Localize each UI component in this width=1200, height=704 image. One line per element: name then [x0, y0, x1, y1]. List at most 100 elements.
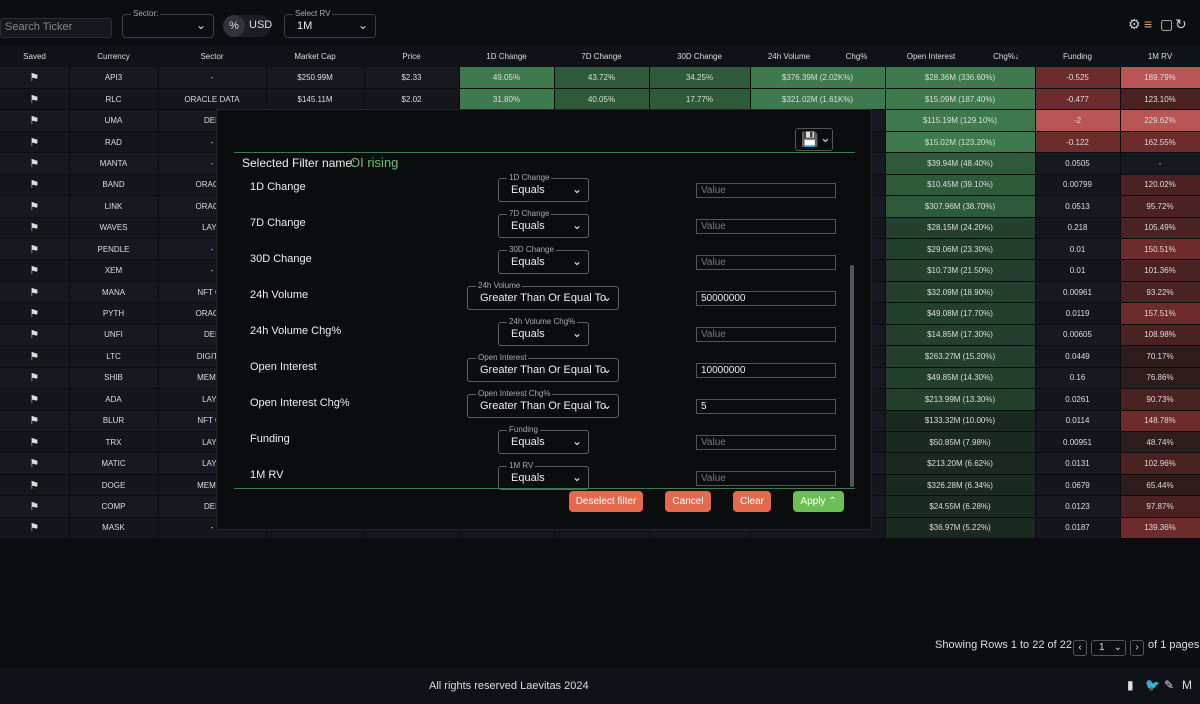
flag-icon[interactable]: ⚑ [29, 480, 39, 492]
sheet-icon[interactable]: ▢ [1160, 16, 1173, 33]
col-header-24h-volume[interactable]: 24h Volume [750, 46, 828, 67]
flag-icon[interactable]: ⚑ [29, 222, 39, 234]
saved-cell[interactable]: ⚑ [0, 238, 70, 261]
flag-icon[interactable]: ⚑ [29, 244, 39, 256]
percent-toggle[interactable]: % [223, 15, 245, 37]
operator-select[interactable]: 7D Change Equals ⌄ [498, 209, 589, 238]
flag-icon[interactable]: ⚑ [29, 179, 39, 191]
saved-cell[interactable]: ⚑ [0, 517, 70, 540]
filter-value-input[interactable]: Value [696, 435, 836, 450]
col-header-30d-change[interactable]: 30D Change [649, 46, 750, 67]
flag-icon[interactable]: ⚑ [29, 201, 39, 213]
table-row[interactable]: ⚑ RLC ORACLE DATA $145.11M $2.02 31.80% 40.05%… [0, 88, 1200, 111]
operator-select[interactable]: 1D Change Equals ⌄ [498, 173, 589, 202]
operator-select[interactable]: 1M RV Equals ⌄ [498, 461, 589, 490]
saved-cell[interactable]: ⚑ [0, 259, 70, 282]
filter-value-input[interactable]: Value [696, 183, 836, 198]
next-page-button[interactable]: › [1130, 640, 1144, 656]
flag-icon[interactable]: ⚑ [29, 265, 39, 277]
filter-value-input[interactable]: Value [696, 327, 836, 342]
twitter-icon[interactable]: 🐦 [1145, 678, 1160, 692]
col-header-open-interest[interactable]: Open Interest [885, 46, 977, 67]
flag-icon[interactable]: ⚑ [29, 437, 39, 449]
col-header-volume-chg[interactable]: Chg% [828, 46, 885, 67]
operator-select[interactable]: 24h Volume Greater Than Or Equal To ⌄ [467, 281, 619, 310]
col-header-funding[interactable]: Funding [1035, 46, 1120, 67]
refresh-icon[interactable]: ↻ [1175, 16, 1187, 33]
modal-scrollbar[interactable] [850, 265, 854, 487]
flag-icon[interactable]: ⚑ [29, 94, 39, 106]
rv-select[interactable]: Select RV 1M ⌄ [284, 9, 376, 38]
chat-icon[interactable]: ✎ [1164, 678, 1174, 692]
cancel-button[interactable]: Cancel [665, 491, 711, 512]
saved-cell[interactable]: ⚑ [0, 452, 70, 475]
operator-select[interactable]: 30D Change Equals ⌄ [498, 245, 589, 274]
gear-icon[interactable]: ⚙ [1128, 16, 1141, 33]
flag-icon[interactable]: ⚑ [29, 522, 39, 534]
filter-value-input[interactable]: 10000000 [696, 363, 836, 378]
saved-cell[interactable]: ⚑ [0, 410, 70, 432]
flag-icon[interactable]: ⚑ [29, 372, 39, 384]
operator-select[interactable]: Open Interest Chg% Greater Than Or Equal … [467, 389, 619, 418]
col-header-7d-change[interactable]: 7D Change [554, 46, 649, 67]
filter-value-input[interactable]: 50000000 [696, 291, 836, 306]
flag-icon[interactable]: ⚑ [29, 287, 39, 299]
usd-toggle[interactable]: USD [249, 19, 272, 31]
operator-select[interactable]: Funding Equals ⌄ [498, 425, 589, 454]
operator-select[interactable]: Open Interest Greater Than Or Equal To ⌄ [467, 353, 619, 382]
flag-icon[interactable]: ⚑ [29, 415, 39, 427]
filter-value-input[interactable]: Value [696, 471, 836, 486]
saved-cell[interactable]: ⚑ [0, 152, 70, 175]
saved-cell[interactable]: ⚑ [0, 195, 70, 218]
col-header-sector[interactable]: Sector [158, 46, 266, 67]
search-input[interactable]: Search Ticker [0, 18, 112, 38]
flag-icon[interactable]: ⚑ [29, 158, 39, 170]
deselect-filter-button[interactable]: Deselect filter [569, 491, 643, 512]
apply-button[interactable]: Apply ⌃ [793, 491, 844, 512]
saved-cell[interactable]: ⚑ [0, 281, 70, 304]
saved-cell[interactable]: ⚑ [0, 131, 70, 154]
flag-icon[interactable]: ⚑ [29, 137, 39, 149]
col-header-1m-rv[interactable]: 1M RV [1120, 46, 1200, 67]
filter-value-input[interactable]: Value [696, 219, 836, 234]
col-header-price[interactable]: Price [364, 46, 459, 67]
filter-value-input[interactable]: Value [696, 255, 836, 270]
saved-cell[interactable]: ⚑ [0, 367, 70, 390]
sector-dropdown[interactable]: Sector: ⌄ [122, 9, 214, 38]
flag-icon[interactable]: ⚑ [29, 329, 39, 341]
flag-icon[interactable]: ⚑ [29, 458, 39, 470]
flag-icon[interactable]: ⚑ [29, 72, 39, 84]
filter-value-input[interactable]: 5 [696, 399, 836, 414]
flag-icon[interactable]: ⚑ [29, 351, 39, 363]
flag-icon[interactable]: ⚑ [29, 308, 39, 320]
medium-icon[interactable]: M [1182, 678, 1192, 692]
saved-cell[interactable]: ⚑ [0, 495, 70, 518]
saved-cell[interactable]: ⚑ [0, 345, 70, 368]
table-row[interactable]: ⚑ API3- $250.99M $2.33 49.05% 43.72% 34.25% $37… [0, 67, 1200, 89]
saved-cell[interactable]: ⚑ [0, 324, 70, 347]
col-header-1d-change[interactable]: 1D Change [459, 46, 554, 67]
saved-cell[interactable]: ⚑ [0, 109, 70, 132]
saved-cell[interactable]: ⚑ [0, 217, 70, 240]
clear-button[interactable]: Clear [733, 491, 771, 512]
save-filter-button[interactable]: 💾 ⌄ [795, 128, 833, 151]
flag-icon[interactable]: ⚑ [29, 394, 39, 406]
col-header-market-cap[interactable]: Market Cap [266, 46, 364, 67]
saved-cell[interactable]: ⚑ [0, 431, 70, 454]
page-select[interactable]: 1 ⌄ [1091, 640, 1126, 656]
saved-cell[interactable]: ⚑ [0, 67, 70, 89]
filter-icon[interactable]: ≡ [1144, 16, 1152, 32]
flag-icon[interactable]: ⚑ [29, 501, 39, 513]
saved-cell[interactable]: ⚑ [0, 474, 70, 497]
operator-select[interactable]: 24h Volume Chg% Equals ⌄ [498, 317, 589, 346]
currency-toggle[interactable]: % USD [223, 15, 272, 37]
col-header-currency[interactable]: Currency [69, 46, 158, 67]
saved-cell[interactable]: ⚑ [0, 174, 70, 197]
saved-cell[interactable]: ⚑ [0, 302, 70, 325]
col-header-saved[interactable]: Saved [0, 46, 69, 67]
saved-cell[interactable]: ⚑ [0, 388, 70, 411]
status-icon[interactable]: ▮ [1127, 678, 1134, 692]
flag-icon[interactable]: ⚑ [29, 115, 39, 127]
prev-page-button[interactable]: ‹ [1073, 640, 1087, 656]
col-header-oi-chg[interactable]: Chg%↓ [977, 46, 1035, 67]
